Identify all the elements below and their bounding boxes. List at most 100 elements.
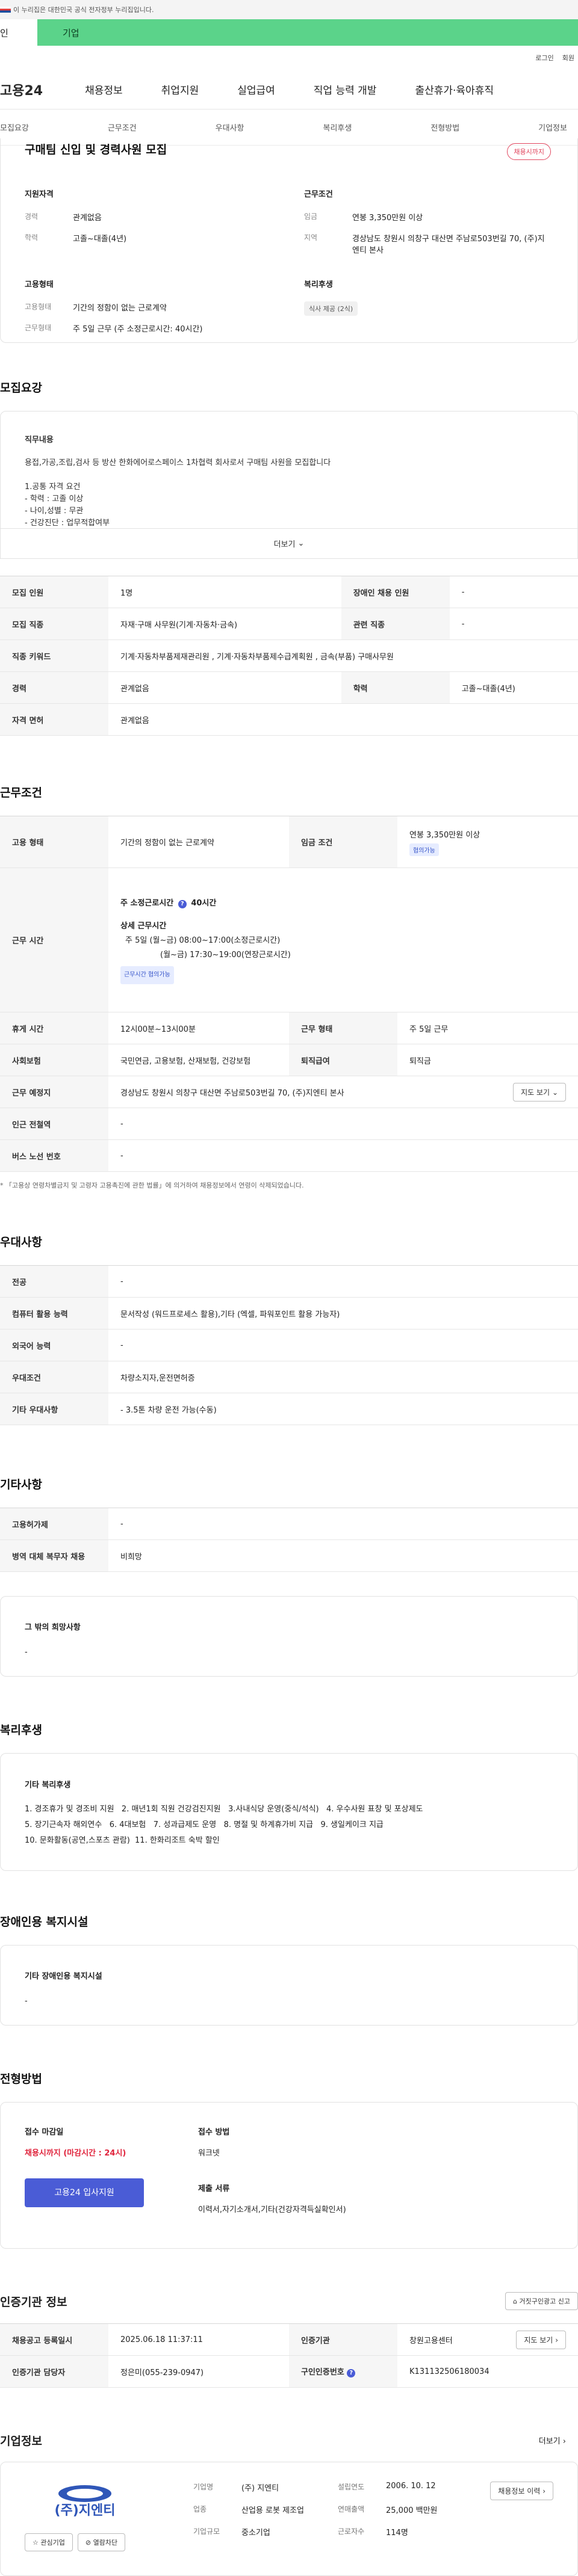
job-category-value: 자재·구매 사무원(기계·자동차·금속) (108, 608, 341, 640)
process-section-title: 전형방법 (0, 2072, 42, 2086)
gnb-item-parental-leave[interactable]: 출산휴가·육아휴직 (415, 82, 494, 97)
hire-history-button[interactable]: 채용정보 이력 › (490, 2482, 553, 2500)
place-value: 경상남도 창원시 의창구 대산면 주남로503번길 70, (주)지엔티 본사 (120, 1088, 344, 1098)
top-banner[interactable]: 인 기업 (0, 19, 578, 46)
table-row: 외국어 능력 - (0, 1329, 578, 1361)
employment-block: 고용형태 고용형태 기간의 정함이 없는 근로계약 근무형태 주 5일 근무 (주 … (25, 278, 274, 344)
table-row: 근무 시간 주 소정근로시간 ? 40시간 상세 근무시간 주 5일 (월~금)… (0, 867, 578, 1012)
founded-value: 2006. 10. 12 (386, 2482, 436, 2491)
insurance-label: 사회보험 (0, 1044, 108, 1076)
language-label: 외국어 능력 (0, 1329, 108, 1361)
age-footnote: * 「고용상 연령차별금지 및 고령자 고용촉진에 관한 법률」에 의거하여 채… (0, 1182, 304, 1189)
table-row: 인증기관 담당자 정은미(055-239-0947) 구인인증번호 ? K131… (0, 2355, 578, 2388)
pref-condition-value: 차량소지자,운전면허증 (108, 1361, 578, 1393)
company-logo-text: (주)지엔티 (54, 2503, 116, 2518)
table-row: 모집 인원 1명 장애인 채용 인원 - (0, 576, 578, 608)
tab-recruit[interactable]: 모집요강 (0, 122, 29, 133)
qualification-block: 지원자격 경력 관계없음 학력 고졸~대졸(4년) (25, 188, 274, 265)
apply-button[interactable]: 고용24 입사지원 (25, 2178, 144, 2207)
banner-left[interactable]: 인 (0, 19, 37, 46)
table-row: 자격 면허 관계없음 (0, 703, 578, 736)
wage-negotiable-tag: 협의가능 (409, 843, 439, 856)
disability-box-value: - (25, 1997, 28, 2006)
detail-hours-label: 상세 근무시간 (120, 921, 167, 931)
table-row: 근무 예정지 경상남도 창원시 의창구 대산면 주남로503번길 70, (주)… (0, 1076, 578, 1108)
tab-company[interactable]: 기업정보 (538, 122, 567, 133)
tab-work-conditions[interactable]: 근무조건 (108, 122, 137, 133)
map-button[interactable]: 지도 보기 ⌄ (513, 1082, 566, 1102)
benefit-line-3: 10. 문화활동(공연,스포츠 관람) 11. 한화리조트 숙박 할인 (25, 1836, 220, 1845)
favorite-label: 관심기업 (40, 2539, 65, 2547)
company-more-link[interactable]: 더보기 › (539, 2435, 578, 2446)
table-row: 고용허가제 - (0, 1508, 578, 1540)
report-button[interactable]: ⌂ 거짓구인광고 신고 (505, 2292, 578, 2310)
docs-label: 제출 서류 (198, 2184, 230, 2193)
banner-right[interactable]: 기업 (37, 19, 578, 46)
table-row: 경력 관계없음 학력 고졸~대졸(4년) (0, 671, 578, 704)
process-box: 접수 마감일 채용시까지 (마감시간 : 24시) 고용24 입사지원 접수 방… (0, 2102, 578, 2249)
work-section-title: 근무조건 (0, 786, 42, 800)
gnb-item-jobs[interactable]: 채용정보 (85, 82, 123, 97)
report-label: 거짓구인광고 신고 (519, 2297, 570, 2305)
welfare-pill: 식사 제공 (2식) (304, 301, 358, 316)
gnb-item-vocational-training[interactable]: 직업 능력 개발 (314, 82, 377, 97)
retirement-value: 퇴직금 (397, 1044, 578, 1076)
cert-no-value: K131132506180034 (397, 2355, 578, 2388)
company-info-grid: 기업명 (주) 지엔티 설립연도 2006. 10. 12 업종 산업용 로봇 … (193, 2482, 494, 2537)
benefit-box: 기타 복리후생 1. 경조휴가 및 경조비 지원 2. 매년1회 직원 건강검진… (0, 1753, 578, 1871)
login-link[interactable]: 로그인 (535, 53, 553, 63)
edu-row-label: 학력 (341, 671, 450, 704)
method-value: 워크넷 (198, 2149, 220, 2158)
signup-link[interactable]: 회원 (562, 53, 574, 63)
founded-label: 설립연도 (338, 2483, 365, 2491)
gnb-item-employment-support[interactable]: 취업지원 (161, 82, 199, 97)
deadline-value: 채용시까지 (마감시간 : 24시) (25, 2149, 126, 2158)
welfare-title: 복리후생 (304, 280, 333, 289)
cert-map-label: 지도 보기 (524, 2335, 553, 2344)
condition-title: 근무조건 (304, 190, 333, 199)
gnb-item-unemployment-benefit[interactable]: 실업급여 (237, 82, 275, 97)
chevron-right-icon: › (562, 2437, 566, 2446)
employees-value: 114명 (386, 2528, 408, 2537)
shape-label: 근무 형태 (289, 1012, 397, 1044)
career-label: 경력 (25, 212, 39, 221)
job-title: 구매팀 신입 및 경력사원 모집 (25, 143, 167, 156)
tab-preference[interactable]: 우대사항 (216, 122, 244, 133)
subway-label: 인근 전철역 (0, 1108, 108, 1140)
table-row: 기타 우대사항 - 3.5톤 차량 운전 가능(수동) (0, 1393, 578, 1425)
manager-value: 정은미(055-239-0947) (108, 2355, 289, 2388)
favorite-company-button[interactable]: ☆ 관심기업 (25, 2533, 73, 2551)
cert-org-value: 창원고용센터 (409, 2336, 453, 2346)
career-row-value: 관계없음 (108, 671, 341, 704)
star-icon: ☆ (33, 2539, 39, 2547)
region-label: 지역 (304, 233, 318, 242)
hours-row-label: 근무 시간 (0, 867, 108, 1012)
cert-map-button[interactable]: 지도 보기 › (516, 2330, 566, 2349)
break-label: 휴게 시간 (0, 1012, 108, 1044)
cert-no-label: 구인인증번호 (301, 2368, 344, 2377)
permit-label: 고용허가제 (0, 1508, 108, 1540)
corp-name-label: 기업명 (193, 2483, 214, 2491)
site-logo[interactable]: 고용24 (0, 80, 43, 99)
reg-date-label: 채용공고 등록일시 (0, 2323, 108, 2356)
size-label: 기업규모 (193, 2527, 220, 2536)
more-button[interactable]: 더보기 ⌄ (1, 528, 577, 558)
pref-etc-value: - 3.5톤 차량 운전 가능(수동) (108, 1393, 578, 1425)
job-summary-grid: 지원자격 경력 관계없음 학력 고졸~대졸(4년) 근무조건 임금 연봉 3,350만… (25, 188, 553, 344)
subway-value: - (108, 1108, 578, 1140)
keyword-label: 직종 키워드 (0, 639, 108, 672)
info-icon[interactable]: ? (178, 899, 187, 908)
block-company-button[interactable]: ⊘ 열람차단 (77, 2533, 126, 2551)
career-row-label: 경력 (0, 671, 108, 704)
edu-label: 학력 (25, 233, 39, 242)
military-value: 비희망 (108, 1539, 578, 1572)
info-icon[interactable]: ? (347, 2369, 356, 2377)
chevron-down-icon: ⌄ (552, 1088, 558, 1097)
tab-benefits[interactable]: 복리후생 (323, 122, 352, 133)
deadline-label: 접수 마감일 (25, 2128, 64, 2137)
job-summary-card: 구매팀 신입 및 경력사원 모집 채용시까지 지원자격 경력 관계없음 학력 고졸~… (0, 138, 578, 343)
job-category-label: 모집 직종 (0, 608, 108, 640)
tab-process[interactable]: 전형방법 (430, 122, 459, 133)
shape-value: 주 5일 근무 (397, 1012, 578, 1044)
detail-hours-line1: 주 5일 (월~금) 08:00~17:00(소정근로시간) (125, 935, 281, 945)
